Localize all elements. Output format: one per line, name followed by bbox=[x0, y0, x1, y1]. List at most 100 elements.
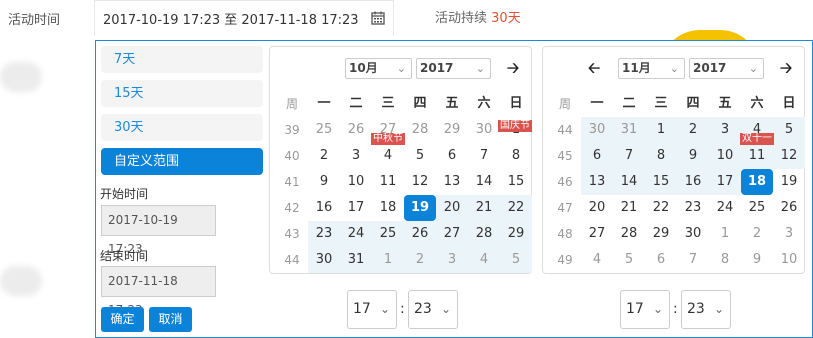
day-cell[interactable]: 2 bbox=[308, 143, 340, 169]
day-cell[interactable]: 30 bbox=[468, 117, 500, 143]
day-cell[interactable]: 8 bbox=[709, 247, 741, 273]
day-cell[interactable]: 4 bbox=[468, 247, 500, 273]
day-cell[interactable]: 17 bbox=[709, 169, 741, 195]
day-cell[interactable]: 12 bbox=[773, 143, 805, 169]
day-cell[interactable]: 13 bbox=[436, 169, 468, 195]
day-cell[interactable]: 3 bbox=[436, 247, 468, 273]
day-cell[interactable]: 18 bbox=[372, 195, 404, 221]
day-cell[interactable]: 2 bbox=[677, 117, 709, 143]
day-cell[interactable]: 10 bbox=[773, 247, 805, 273]
day-cell[interactable]: 25 bbox=[741, 195, 773, 221]
day-cell[interactable]: 28 bbox=[468, 221, 500, 247]
day-cell[interactable]: 3 bbox=[340, 143, 372, 169]
day-cell[interactable]: 30 bbox=[308, 247, 340, 273]
day-cell[interactable]: 12 bbox=[404, 169, 436, 195]
hour-select[interactable]: 17 ⌄ bbox=[620, 290, 670, 329]
day-cell[interactable]: 14 bbox=[613, 169, 645, 195]
day-cell[interactable]: 4 bbox=[581, 247, 613, 273]
day-cell[interactable]: 28 bbox=[404, 117, 436, 143]
day-cell[interactable]: 29 bbox=[645, 221, 677, 247]
end-time-input[interactable]: 2017-11-18 17:23 bbox=[101, 266, 216, 317]
day-cell[interactable]: 25 bbox=[308, 117, 340, 143]
day-cell[interactable]: 21 bbox=[468, 195, 500, 221]
day-cell[interactable]: 31 bbox=[613, 117, 645, 143]
day-cell[interactable]: 31 bbox=[340, 247, 372, 273]
range-7-days[interactable]: 7天 bbox=[101, 46, 263, 73]
day-cell[interactable]: 7 bbox=[468, 143, 500, 169]
day-cell[interactable]: 26 bbox=[773, 195, 805, 221]
day-cell[interactable]: 28 bbox=[613, 221, 645, 247]
cancel-button[interactable]: 取消 bbox=[149, 307, 192, 332]
day-cell[interactable]: 18 bbox=[741, 169, 773, 195]
day-cell[interactable]: 8 bbox=[645, 143, 677, 169]
range-30-days[interactable]: 30天 bbox=[101, 114, 263, 141]
day-cell[interactable]: 11 bbox=[372, 169, 404, 195]
day-cell[interactable]: 26 bbox=[404, 221, 436, 247]
day-cell[interactable]: 11 bbox=[741, 143, 773, 169]
year-select[interactable]: 2017 ⌄ bbox=[416, 58, 491, 79]
day-cell[interactable]: 19 bbox=[773, 169, 805, 195]
range-15-days[interactable]: 15天 bbox=[101, 80, 263, 107]
day-cell[interactable]: 6 bbox=[645, 247, 677, 273]
day-cell[interactable]: 6 bbox=[581, 143, 613, 169]
day-cell[interactable]: 27 bbox=[436, 221, 468, 247]
day-cell[interactable]: 5 bbox=[613, 247, 645, 273]
minute-select[interactable]: 23 ⌄ bbox=[681, 290, 731, 329]
day-cell[interactable]: 1 bbox=[709, 221, 741, 247]
year-select[interactable]: 2017 ⌄ bbox=[689, 58, 764, 79]
day-cell[interactable]: 16 bbox=[308, 195, 340, 221]
day-cell[interactable]: 30 bbox=[581, 117, 613, 143]
day-cell[interactable]: 7 bbox=[613, 143, 645, 169]
day-cell[interactable]: 22 bbox=[645, 195, 677, 221]
day-cell[interactable]: 20 bbox=[436, 195, 468, 221]
day-cell[interactable]: 13 bbox=[581, 169, 613, 195]
day-cell[interactable]: 9 bbox=[308, 169, 340, 195]
day-cell[interactable]: 15 bbox=[500, 169, 532, 195]
day-cell[interactable]: 23 bbox=[308, 221, 340, 247]
day-cell[interactable]: 30 bbox=[677, 221, 709, 247]
day-cell[interactable]: 5 bbox=[404, 143, 436, 169]
day-cell[interactable]: 29 bbox=[436, 117, 468, 143]
day-cell[interactable]: 3 bbox=[773, 221, 805, 247]
chevron-left-icon[interactable]: 🡠 bbox=[588, 58, 600, 83]
day-cell[interactable]: 22 bbox=[500, 195, 532, 221]
start-time-input[interactable]: 2017-10-19 17:23 bbox=[101, 205, 216, 256]
day-cell[interactable]: 20 bbox=[581, 195, 613, 221]
day-cell[interactable]: 27 bbox=[581, 221, 613, 247]
day-cell[interactable]: 4 bbox=[372, 143, 404, 169]
day-cell[interactable]: 6 bbox=[436, 143, 468, 169]
day-cell[interactable]: 3 bbox=[709, 117, 741, 143]
day-cell[interactable]: 1 bbox=[645, 117, 677, 143]
range-custom[interactable]: 自定义范围 bbox=[101, 148, 263, 175]
day-cell[interactable]: 21 bbox=[613, 195, 645, 221]
day-cell[interactable]: 10 bbox=[709, 143, 741, 169]
day-cell[interactable]: 29 bbox=[500, 221, 532, 247]
calendar-icon[interactable] bbox=[371, 11, 385, 25]
chevron-right-icon[interactable]: 🡢 bbox=[780, 58, 792, 83]
day-cell[interactable]: 9 bbox=[741, 247, 773, 273]
day-cell[interactable]: 25 bbox=[372, 221, 404, 247]
day-cell[interactable]: 2 bbox=[404, 247, 436, 273]
day-cell[interactable]: 8 bbox=[500, 143, 532, 169]
day-cell[interactable]: 5 bbox=[773, 117, 805, 143]
day-cell[interactable]: 15 bbox=[645, 169, 677, 195]
chevron-right-icon[interactable]: 🡢 bbox=[507, 58, 519, 83]
day-cell[interactable]: 24 bbox=[709, 195, 741, 221]
day-cell[interactable]: 23 bbox=[677, 195, 709, 221]
day-cell[interactable]: 26 bbox=[340, 117, 372, 143]
date-range-input[interactable]: 2017-10-19 17:23 至 2017-11-18 17:23 bbox=[94, 0, 394, 36]
minute-select[interactable]: 23 ⌄ bbox=[408, 290, 458, 329]
day-cell[interactable]: 2 bbox=[741, 221, 773, 247]
day-cell[interactable]: 5 bbox=[500, 247, 532, 273]
day-cell[interactable]: 9 bbox=[677, 143, 709, 169]
day-cell[interactable]: 24 bbox=[340, 221, 372, 247]
month-select[interactable]: 11月 ⌄ bbox=[618, 58, 685, 79]
day-cell[interactable]: 16 bbox=[677, 169, 709, 195]
day-cell[interactable]: 14 bbox=[468, 169, 500, 195]
hour-select[interactable]: 17 ⌄ bbox=[347, 290, 397, 329]
day-cell[interactable]: 1 bbox=[372, 247, 404, 273]
month-select[interactable]: 10月 ⌄ bbox=[345, 58, 412, 79]
day-cell[interactable]: 17 bbox=[340, 195, 372, 221]
confirm-button[interactable]: 确定 bbox=[101, 307, 144, 332]
day-cell[interactable]: 10 bbox=[340, 169, 372, 195]
